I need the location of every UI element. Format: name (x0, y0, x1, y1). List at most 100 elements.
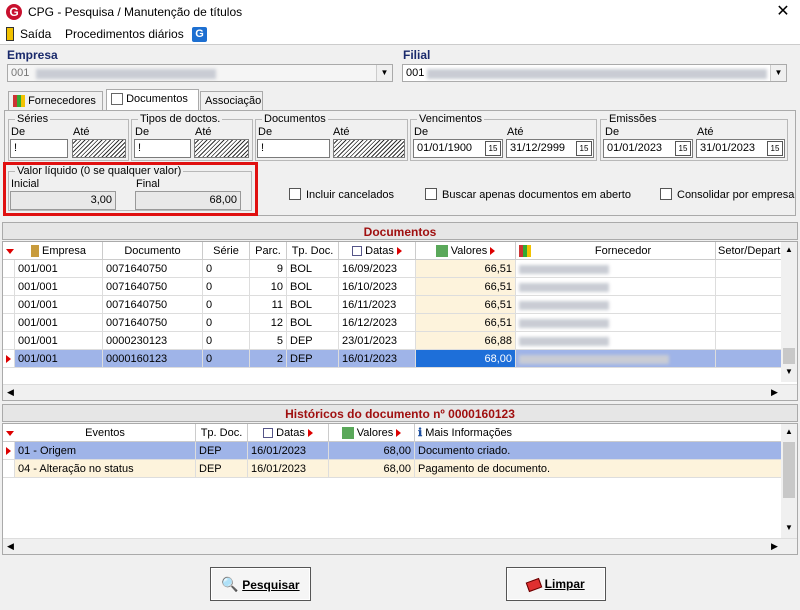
table-row[interactable]: 01 - Origem DEP 16/01/2023 68,00 Documento c… (3, 442, 783, 460)
table-cell[interactable]: 66,51 (416, 278, 516, 296)
row-indicator[interactable] (3, 296, 15, 314)
table-cell[interactable]: BOL (287, 260, 339, 278)
table-cell[interactable]: 0000230123 (103, 332, 203, 350)
col-datas[interactable]: Datas (248, 424, 329, 442)
documentos-de-input[interactable]: ! (257, 139, 330, 158)
row-indicator[interactable] (3, 332, 15, 350)
chevron-down-icon[interactable]: ▼ (770, 65, 786, 81)
table-cell[interactable]: 16/12/2023 (339, 314, 416, 332)
table-cell[interactable]: Documento criado. (415, 442, 783, 460)
limpar-button[interactable]: Limpar (506, 567, 606, 601)
documentos-ate-input[interactable] (333, 139, 405, 158)
table-cell[interactable]: DEP (287, 350, 339, 368)
table-cell[interactable]: 0 (203, 260, 250, 278)
scroll-left-icon[interactable]: ◀ (7, 541, 14, 552)
table-cell[interactable]: 0 (203, 332, 250, 350)
menu-exit[interactable]: Saída (20, 27, 51, 41)
scroll-right-icon[interactable]: ▶ (771, 387, 778, 398)
table-cell[interactable]: 10 (250, 278, 287, 296)
row-indicator[interactable] (3, 314, 15, 332)
table-cell[interactable]: 0 (203, 296, 250, 314)
table-cell[interactable]: 16/01/2023 (339, 350, 416, 368)
setor-cell[interactable] (716, 314, 783, 332)
table-cell[interactable]: 16/01/2023 (248, 460, 329, 478)
table-cell[interactable]: 2 (250, 350, 287, 368)
tab-fornecedores[interactable]: Fornecedores (8, 91, 103, 111)
fornecedor-cell[interactable] (516, 260, 716, 278)
scroll-down-icon[interactable]: ▼ (781, 364, 797, 380)
table-cell[interactable]: 0071640750 (103, 296, 203, 314)
table-cell[interactable]: 16/11/2023 (339, 296, 416, 314)
historicos-hscrollbar[interactable]: ◀ ▶ (3, 538, 797, 554)
tipos-ate-input[interactable] (194, 139, 249, 158)
col-tpdoc[interactable]: Tp. Doc. (287, 242, 339, 260)
table-row[interactable]: 001/001 0000160123 0 2 DEP 16/01/2023 68,00 (3, 350, 783, 368)
historicos-vscrollbar[interactable]: ▲ ▼ (781, 424, 797, 538)
table-row[interactable]: 04 - Alteração no status DEP 16/01/2023 68,… (3, 460, 783, 478)
table-cell[interactable]: 001/001 (15, 296, 103, 314)
scroll-up-icon[interactable]: ▲ (781, 424, 797, 440)
setor-cell[interactable] (716, 278, 783, 296)
table-cell[interactable]: 16/10/2023 (339, 278, 416, 296)
row-indicator[interactable] (3, 350, 15, 368)
table-cell[interactable]: 9 (250, 260, 287, 278)
fornecedor-cell[interactable] (516, 332, 716, 350)
col-tpdoc[interactable]: Tp. Doc. (196, 424, 248, 442)
setor-cell[interactable] (716, 332, 783, 350)
col-valores[interactable]: Valores (329, 424, 415, 442)
table-cell[interactable]: Pagamento de documento. (415, 460, 783, 478)
table-cell[interactable]: 001/001 (15, 314, 103, 332)
calendar-icon[interactable]: 15 (675, 141, 691, 156)
table-cell[interactable]: 001/001 (15, 332, 103, 350)
filial-combo[interactable]: 001 ▼ (402, 64, 787, 82)
menu-daily-procedures[interactable]: Procedimentos diários (65, 27, 184, 41)
table-cell[interactable]: 0071640750 (103, 278, 203, 296)
table-cell[interactable]: 66,51 (416, 296, 516, 314)
col-documento[interactable]: Documento (103, 242, 203, 260)
col-datas[interactable]: Datas (339, 242, 416, 260)
incluir-cancelados-checkbox[interactable] (289, 188, 301, 200)
table-cell[interactable]: BOL (287, 314, 339, 332)
table-cell[interactable]: 68,00 (416, 350, 516, 368)
app-g-icon[interactable]: G (192, 27, 207, 42)
table-cell[interactable]: BOL (287, 296, 339, 314)
scroll-right-icon[interactable]: ▶ (771, 541, 778, 552)
calendar-icon[interactable]: 15 (576, 141, 592, 156)
table-row[interactable]: 001/001 0071640750 0 9 BOL 16/09/2023 66,51 (3, 260, 783, 278)
table-cell[interactable]: 16/01/2023 (248, 442, 329, 460)
scroll-down-icon[interactable]: ▼ (781, 520, 797, 536)
table-cell[interactable]: 001/001 (15, 278, 103, 296)
table-row[interactable]: 001/001 0071640750 0 10 BOL 16/10/2023 66,51 (3, 278, 783, 296)
consolidar-checkbox[interactable] (660, 188, 672, 200)
table-cell[interactable]: 001/001 (15, 350, 103, 368)
documentos-hscrollbar[interactable]: ◀ ▶ (3, 384, 797, 400)
calendar-icon[interactable]: 15 (485, 141, 501, 156)
emissoes-ate-date[interactable]: 31/01/2023 15 (696, 139, 785, 158)
close-button[interactable]: ✕ (773, 2, 793, 22)
table-row[interactable]: 001/001 0000230123 0 5 DEP 23/01/2023 66,88 (3, 332, 783, 350)
table-cell[interactable]: 0 (203, 314, 250, 332)
table-cell[interactable]: DEP (287, 332, 339, 350)
empresa-combo[interactable]: 001 ▼ (7, 64, 393, 82)
table-cell[interactable]: 0 (203, 278, 250, 296)
table-cell[interactable]: 11 (250, 296, 287, 314)
setor-cell[interactable] (716, 350, 783, 368)
pesquisar-button[interactable]: 🔍 Pesquisar (210, 567, 311, 601)
col-valores[interactable]: Valores (416, 242, 516, 260)
table-cell[interactable]: DEP (196, 460, 248, 478)
table-cell[interactable]: 16/09/2023 (339, 260, 416, 278)
row-indicator[interactable] (3, 442, 15, 460)
table-cell[interactable]: 66,51 (416, 260, 516, 278)
vencimentos-de-date[interactable]: 01/01/1900 15 (413, 139, 503, 158)
table-cell[interactable]: 04 - Alteração no status (15, 460, 196, 478)
table-cell[interactable]: 0 (203, 350, 250, 368)
table-cell[interactable]: 01 - Origem (15, 442, 196, 460)
table-cell[interactable]: DEP (196, 442, 248, 460)
fornecedor-cell[interactable] (516, 314, 716, 332)
table-cell[interactable]: 001/001 (15, 260, 103, 278)
table-cell[interactable]: 0000160123 (103, 350, 203, 368)
series-ate-input[interactable] (72, 139, 126, 158)
fornecedor-cell[interactable] (516, 350, 716, 368)
series-de-input[interactable]: ! (10, 139, 68, 158)
table-cell[interactable]: 23/01/2023 (339, 332, 416, 350)
